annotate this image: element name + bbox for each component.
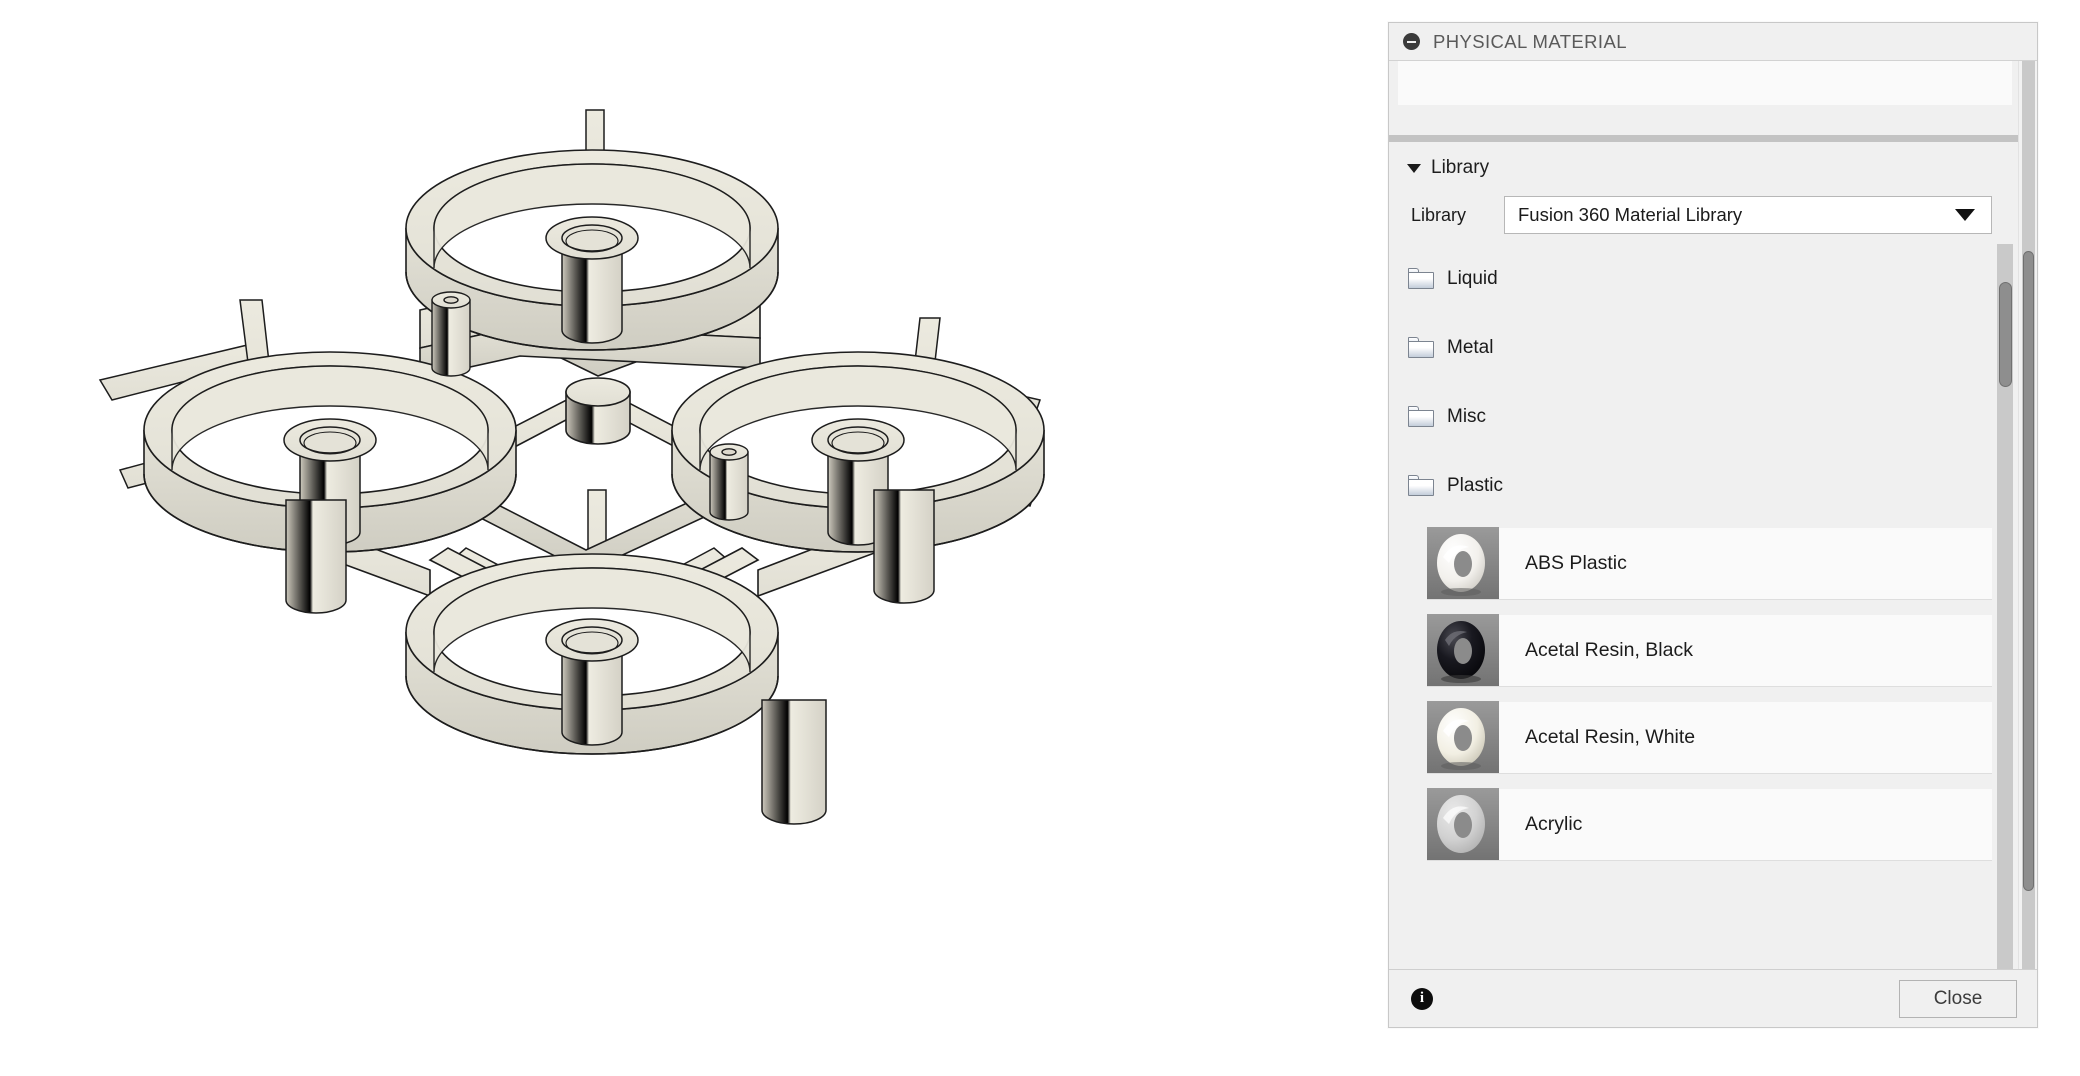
close-button[interactable]: Close bbox=[1899, 979, 2017, 1018]
folder-label: Liquid bbox=[1447, 267, 1498, 289]
library-section-label: Library bbox=[1431, 157, 1490, 178]
chevron-down-icon[interactable] bbox=[1955, 209, 1975, 221]
library-field-label: Library bbox=[1411, 204, 1467, 225]
folder-icon bbox=[1408, 337, 1434, 358]
folder-icon bbox=[1408, 268, 1434, 289]
material-card[interactable]: ABS Plastic bbox=[1427, 527, 1992, 600]
list-item[interactable]: Acrylic bbox=[1389, 781, 1996, 868]
material-list-scrollport[interactable]: Liquid Metal Misc Plastic ABS Plastic Ac… bbox=[1389, 244, 1996, 969]
library-selector-row: Library Fusion 360 Material Library bbox=[1411, 196, 1992, 234]
material-list-vertical-scrollbar[interactable] bbox=[1996, 244, 2018, 969]
material-card[interactable]: Acrylic bbox=[1427, 788, 1992, 861]
folder-row-misc[interactable]: Misc bbox=[1389, 382, 1996, 451]
folder-label: Misc bbox=[1447, 405, 1487, 427]
material-thumbnail-icon bbox=[1427, 788, 1499, 860]
material-card[interactable]: Acetal Resin, White bbox=[1427, 701, 1992, 774]
material-name: Acetal Resin, Black bbox=[1525, 638, 1693, 661]
material-thumbnail-icon bbox=[1427, 701, 1499, 773]
panel-content: Library Library Fusion 360 Material Libr… bbox=[1389, 61, 2018, 969]
material-card[interactable]: Acetal Resin, Black bbox=[1427, 614, 1992, 687]
triangle-down-icon[interactable] bbox=[1407, 163, 1421, 173]
folder-icon bbox=[1408, 475, 1434, 496]
minus-circle-icon[interactable] bbox=[1403, 33, 1420, 50]
material-thumbnail-icon bbox=[1427, 614, 1499, 686]
standoff-post-left bbox=[431, 291, 471, 377]
horizontal-splitter[interactable] bbox=[1389, 135, 2018, 142]
panel-vertical-scrollbar[interactable] bbox=[2018, 61, 2037, 969]
library-section-header[interactable]: Library bbox=[1407, 157, 1489, 179]
page-title: PHYSICAL MATERIAL bbox=[1433, 30, 1627, 52]
list-item[interactable]: Acetal Resin, Black bbox=[1389, 607, 1996, 694]
material-thumbnail-icon bbox=[1427, 527, 1499, 599]
folder-row-plastic[interactable]: Plastic bbox=[1389, 451, 1996, 520]
folder-row-metal[interactable]: Metal bbox=[1389, 313, 1996, 382]
landing-leg-bottom bbox=[761, 699, 827, 825]
scrollbar-thumb[interactable] bbox=[2023, 251, 2034, 891]
library-dropdown-value: Fusion 360 Material Library bbox=[1518, 204, 1743, 225]
scrollbar-thumb[interactable] bbox=[1999, 282, 2012, 387]
panel-titlebar[interactable]: PHYSICAL MATERIAL bbox=[1389, 23, 2037, 61]
panel-body: Library Library Fusion 360 Material Libr… bbox=[1389, 61, 2037, 969]
in-this-design-strip[interactable] bbox=[1398, 61, 2012, 105]
panel-footer: i Close bbox=[1389, 969, 2037, 1027]
standoff-post-right bbox=[709, 443, 749, 521]
material-name: ABS Plastic bbox=[1525, 551, 1627, 574]
folder-label: Metal bbox=[1447, 336, 1494, 358]
list-item[interactable]: ABS Plastic bbox=[1389, 520, 1996, 607]
folder-icon bbox=[1408, 406, 1434, 427]
material-name: Acrylic bbox=[1525, 812, 1583, 835]
physical-material-panel[interactable]: PHYSICAL MATERIAL Library Library Fusion… bbox=[1388, 22, 2038, 1028]
landing-leg-left bbox=[285, 499, 347, 614]
landing-leg-right bbox=[873, 489, 935, 604]
library-dropdown[interactable]: Fusion 360 Material Library bbox=[1504, 196, 1992, 234]
material-name: Acetal Resin, White bbox=[1525, 725, 1696, 748]
material-list-region: Liquid Metal Misc Plastic ABS Plastic Ac… bbox=[1389, 244, 2018, 969]
list-item[interactable]: Acetal Resin, White bbox=[1389, 694, 1996, 781]
info-icon[interactable]: i bbox=[1411, 987, 1433, 1010]
folder-label: Plastic bbox=[1447, 474, 1503, 496]
folder-row-liquid[interactable]: Liquid bbox=[1389, 244, 1996, 313]
